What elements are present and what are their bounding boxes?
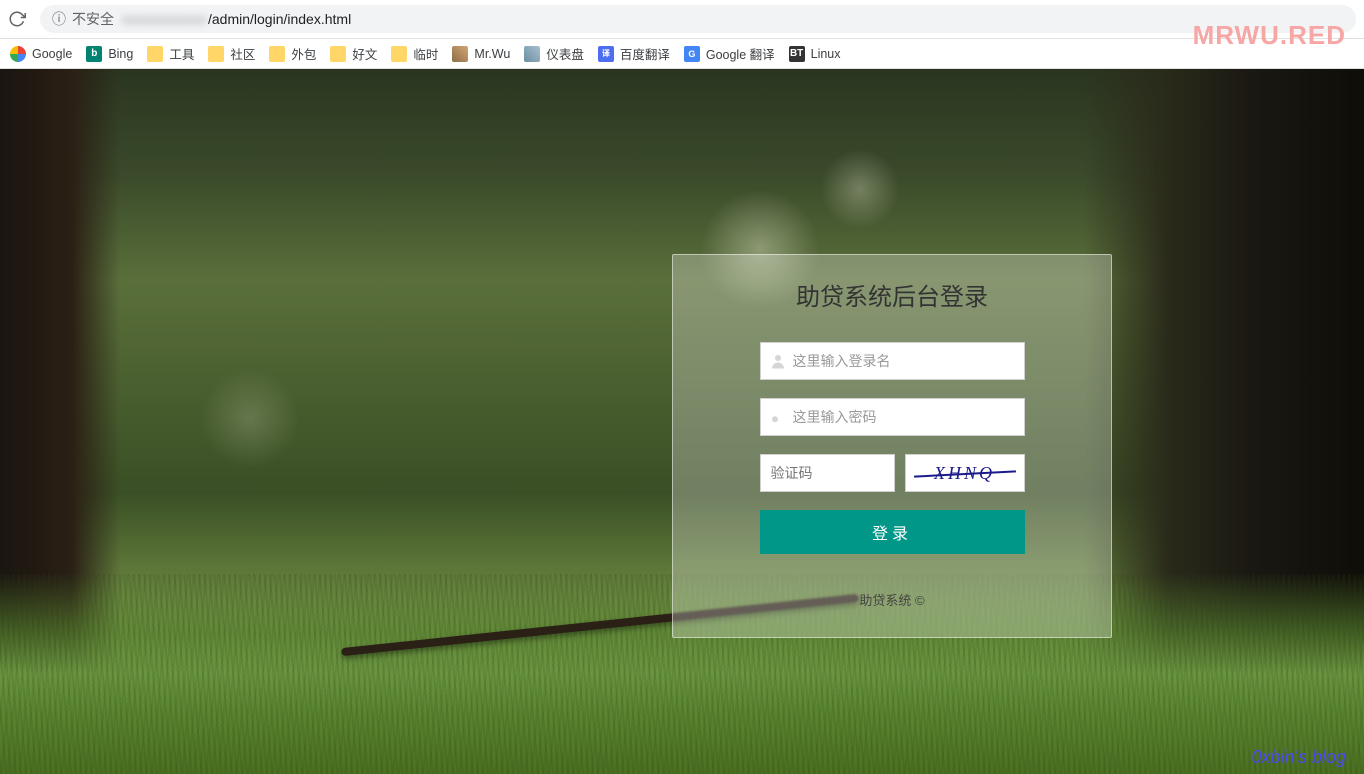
google-icon bbox=[10, 46, 26, 62]
info-icon: ⓘ bbox=[52, 9, 66, 29]
bookmark-label: Google bbox=[32, 47, 72, 61]
login-form: XHNQ 登录 bbox=[673, 342, 1111, 554]
bookmark-item[interactable]: 仪表盘 bbox=[524, 44, 584, 63]
bookmark-item[interactable]: 外包 bbox=[269, 44, 316, 63]
bookmark-label: 临时 bbox=[413, 44, 438, 63]
password-input[interactable] bbox=[793, 409, 1016, 425]
bing-icon: b bbox=[86, 46, 102, 62]
bookmark-label: 百度翻译 bbox=[620, 44, 670, 63]
url-path: /admin/login/index.html bbox=[208, 11, 351, 27]
password-field-wrap bbox=[760, 398, 1025, 436]
bookmarks-bar: Googleb Bing 工具 社区 外包 好文 临时 Mr.Wu 仪表盘译百度翻译 G Googl… bbox=[0, 39, 1364, 69]
bookmark-label: 社区 bbox=[230, 44, 255, 63]
captcha-row: XHNQ bbox=[760, 454, 1025, 492]
folder-icon bbox=[391, 46, 407, 62]
page-content: 助贷系统后台登录 XHNQ 登录 助贷系统 © 0xbin's blog bbox=[0, 69, 1364, 774]
bookmark-item[interactable]: G Google 翻译 bbox=[684, 44, 775, 63]
username-input[interactable] bbox=[793, 353, 1016, 369]
mrwu-icon bbox=[452, 46, 468, 62]
insecure-label: 不安全 bbox=[72, 9, 114, 29]
captcha-image[interactable]: XHNQ bbox=[905, 454, 1025, 492]
folder-icon bbox=[269, 46, 285, 62]
login-title: 助贷系统后台登录 bbox=[673, 277, 1111, 312]
login-button[interactable]: 登录 bbox=[760, 510, 1025, 554]
login-footer: 助贷系统 © bbox=[673, 590, 1111, 609]
user-icon bbox=[769, 352, 787, 370]
bookmark-item[interactable]: Google bbox=[10, 46, 72, 62]
bookmark-item[interactable]: BT Linux bbox=[789, 46, 841, 62]
url-field[interactable]: ⓘ 不安全 xxxxxxxxxxxx /admin/login/index.ht… bbox=[40, 5, 1356, 33]
username-field-wrap bbox=[760, 342, 1025, 380]
browser-address-bar: ⓘ 不安全 xxxxxxxxxxxx /admin/login/index.ht… bbox=[0, 0, 1364, 39]
key-icon bbox=[769, 408, 787, 426]
bookmark-item[interactable]: 译百度翻译 bbox=[598, 44, 670, 63]
watermark-bottom: 0xbin's blog bbox=[1252, 747, 1347, 768]
bookmark-label: Linux bbox=[811, 47, 841, 61]
bookmark-label: 外包 bbox=[291, 44, 316, 63]
bookmark-item[interactable]: 工具 bbox=[147, 44, 194, 63]
bookmark-label: Google 翻译 bbox=[706, 44, 775, 63]
folder-icon bbox=[330, 46, 346, 62]
watermark-top: MRWU.RED bbox=[1193, 20, 1346, 51]
bookmark-item[interactable]: 临时 bbox=[391, 44, 438, 63]
bookmark-item[interactable]: b Bing bbox=[86, 46, 133, 62]
url-host-blurred: xxxxxxxxxxxx bbox=[122, 11, 206, 27]
dash-icon bbox=[524, 46, 540, 62]
reload-icon[interactable] bbox=[8, 10, 26, 28]
folder-icon bbox=[208, 46, 224, 62]
bt-icon: BT bbox=[789, 46, 805, 62]
folder-icon bbox=[147, 46, 163, 62]
bookmark-item[interactable]: Mr.Wu bbox=[452, 46, 510, 62]
bookmark-label: 好文 bbox=[352, 44, 377, 63]
bookmark-label: Mr.Wu bbox=[474, 47, 510, 61]
gtrans-icon: G bbox=[684, 46, 700, 62]
bookmark-label: Bing bbox=[108, 47, 133, 61]
login-panel: 助贷系统后台登录 XHNQ 登录 助贷系统 © bbox=[672, 254, 1112, 638]
bookmark-label: 仪表盘 bbox=[546, 44, 584, 63]
bookmark-item[interactable]: 社区 bbox=[208, 44, 255, 63]
bookmark-label: 工具 bbox=[169, 44, 194, 63]
bookmark-item[interactable]: 好文 bbox=[330, 44, 377, 63]
baidu-icon: 译 bbox=[598, 46, 614, 62]
captcha-input[interactable] bbox=[760, 454, 895, 492]
